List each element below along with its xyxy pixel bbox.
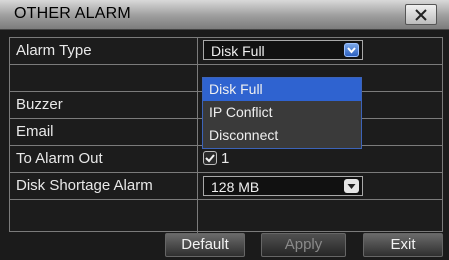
buzzer-label: Buzzer — [16, 96, 63, 113]
to-alarm-out-label: To Alarm Out — [16, 150, 103, 167]
disk-shortage-label: Disk Shortage Alarm — [16, 177, 153, 194]
alarm-type-value: Disk Full — [211, 43, 265, 59]
dropdown-option-ip-conflict[interactable]: IP Conflict — [203, 101, 361, 124]
title-bar: OTHER ALARM — [0, 0, 449, 30]
alarm-type-dropdown-button[interactable] — [344, 43, 359, 57]
alarm-type-select[interactable]: Disk Full — [203, 40, 363, 60]
to-alarm-out-checkbox[interactable] — [203, 151, 217, 165]
alarm-type-dropdown-list: Disk Full IP Conflict Disconnect — [202, 77, 362, 149]
exit-button[interactable]: Exit — [363, 233, 443, 257]
other-alarm-dialog: OTHER ALARM Alarm Type Disk Full Buzzer — [0, 0, 449, 260]
disk-shortage-value: 128 MB — [211, 179, 260, 195]
check-icon — [205, 154, 215, 163]
dropdown-option-disk-full[interactable]: Disk Full — [203, 78, 361, 101]
row-alarm-type: Alarm Type Disk Full — [10, 38, 442, 65]
alarm-type-label: Alarm Type — [16, 42, 92, 59]
disk-shortage-dropdown-button[interactable] — [344, 179, 359, 193]
email-label: Email — [16, 123, 54, 140]
to-alarm-out-value: 1 — [221, 150, 230, 167]
close-button[interactable] — [405, 4, 437, 25]
chevron-down-icon — [347, 184, 356, 189]
close-icon — [415, 8, 427, 21]
chevron-down-icon — [347, 47, 356, 54]
row-to-alarm-out: To Alarm Out 1 — [10, 146, 442, 173]
default-button[interactable]: Default — [165, 233, 245, 257]
dropdown-option-disconnect[interactable]: Disconnect — [203, 124, 361, 147]
disk-shortage-select[interactable]: 128 MB — [203, 176, 363, 196]
row-disk-shortage: Disk Shortage Alarm 128 MB — [10, 173, 442, 200]
dialog-title: OTHER ALARM — [14, 5, 131, 22]
apply-button[interactable]: Apply — [261, 233, 346, 257]
